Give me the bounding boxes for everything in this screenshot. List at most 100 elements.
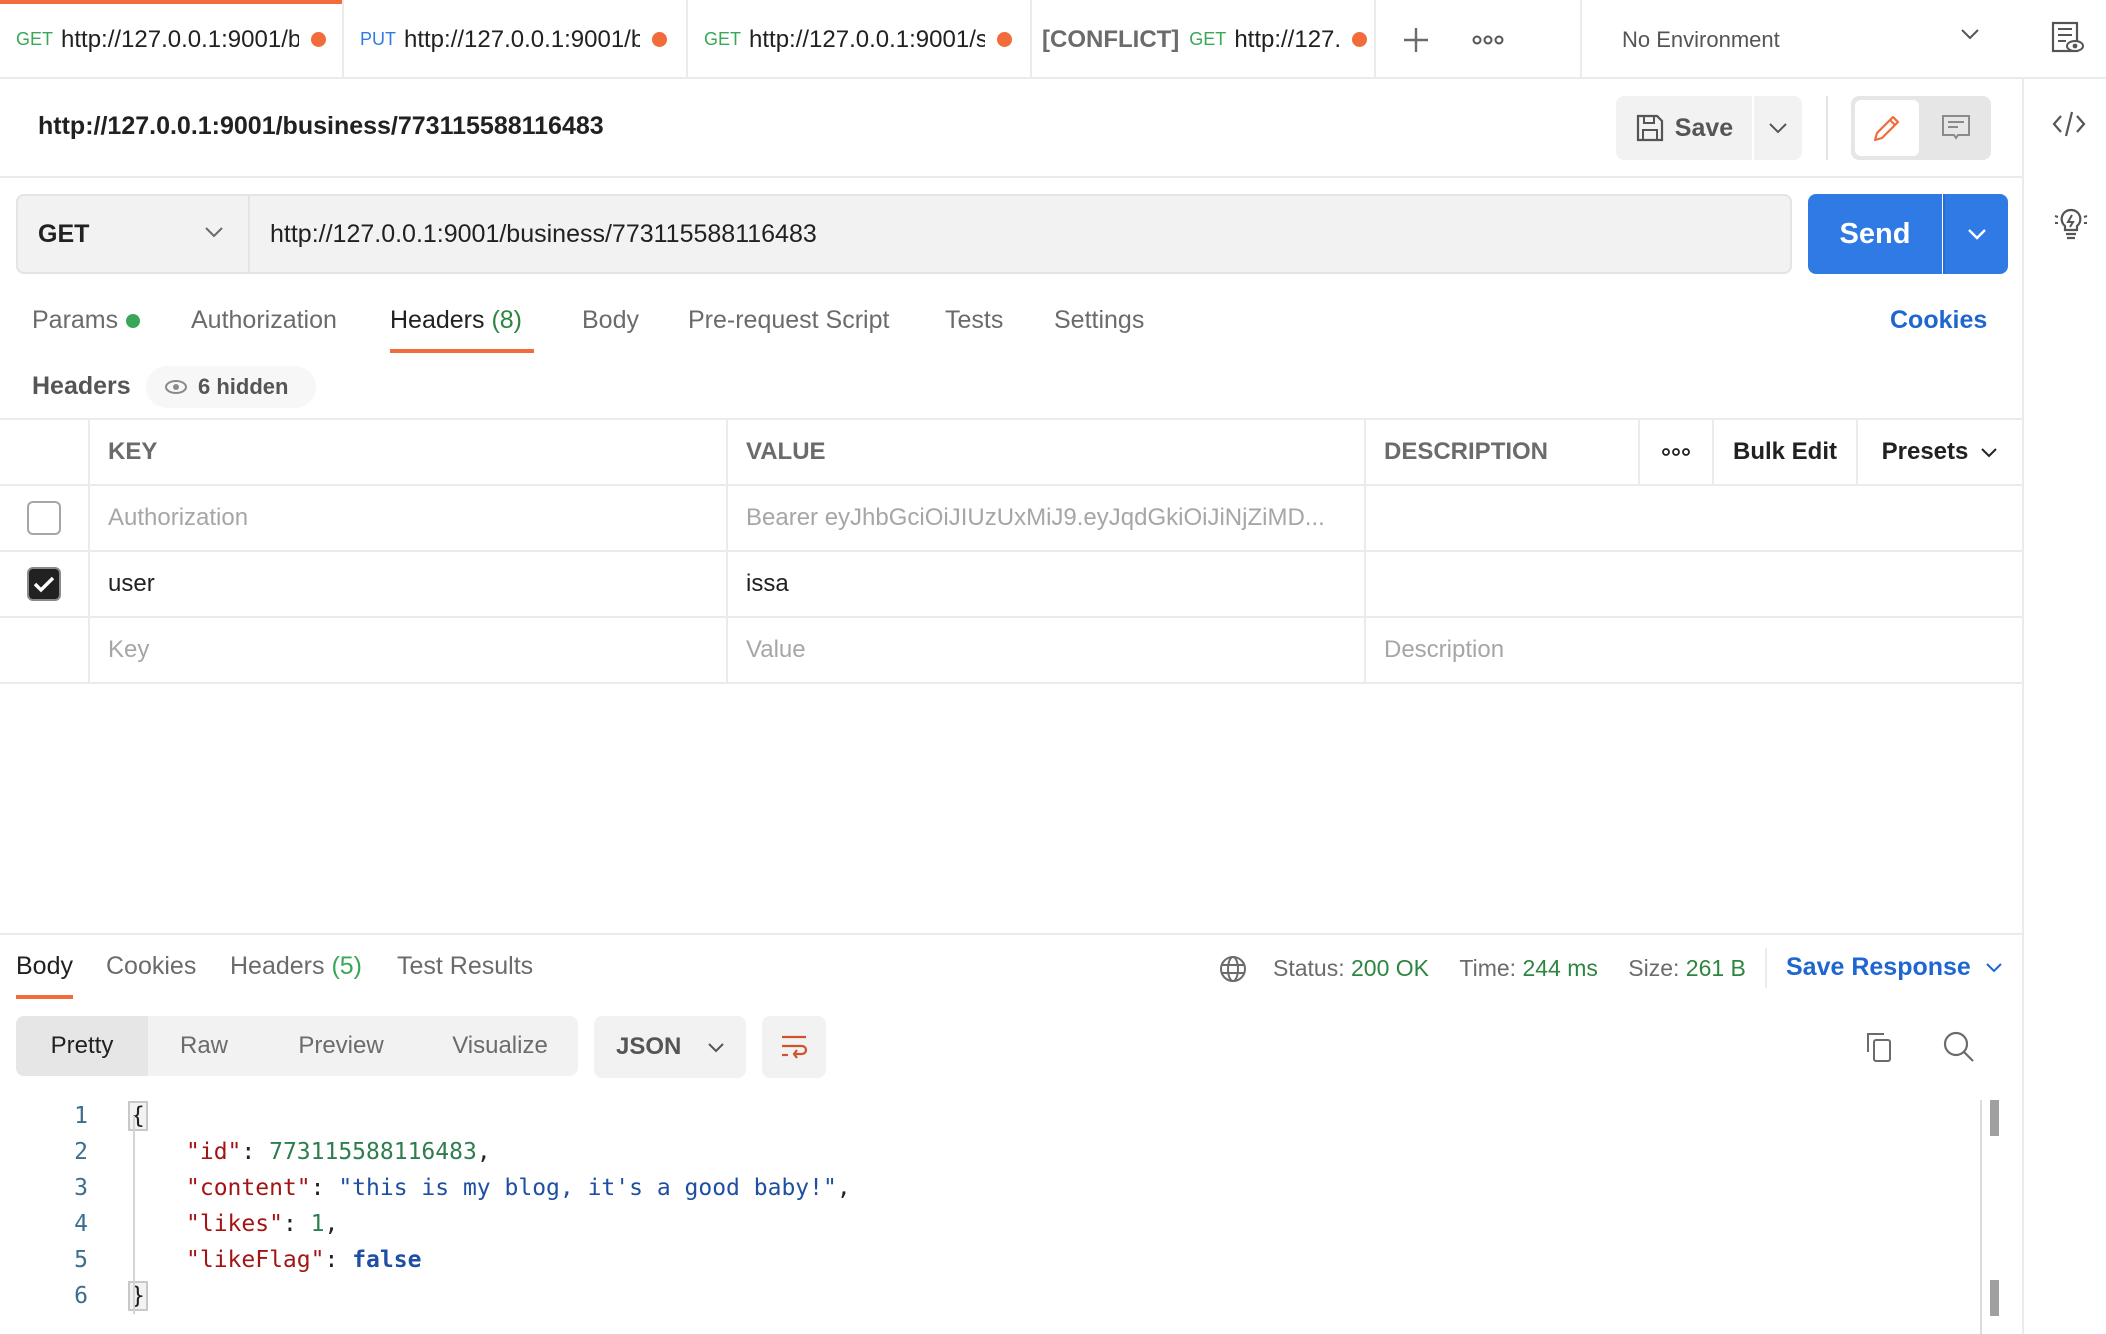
tab-method: GET	[16, 29, 54, 49]
code-line: 1 {	[0, 1098, 148, 1134]
method-selector[interactable]: GET	[16, 194, 248, 274]
tab-url: http://127.0.0.1:9001/se	[749, 25, 986, 53]
chevron-down-icon	[1769, 123, 1787, 134]
copy-icon	[1867, 1033, 1891, 1062]
code-snippet-button[interactable]	[2052, 110, 2086, 143]
response-tab-headers[interactable]: Headers (5)	[230, 952, 362, 981]
header-description[interactable]	[1364, 486, 2022, 550]
edit-mode-button[interactable]	[1855, 100, 1919, 156]
tab-label: Authorization	[191, 306, 337, 334]
request-tab[interactable]: PUT http://127.0.0.1:9001/bu	[344, 0, 688, 79]
divider	[0, 176, 2022, 178]
send-options-button[interactable]	[1943, 194, 2008, 274]
json-value: 1	[310, 1211, 325, 1237]
request-info-button[interactable]	[2054, 206, 2088, 247]
table-row-new: Key Value Description	[0, 618, 2022, 684]
tab-label: Headers	[390, 306, 485, 334]
line-number: 5	[74, 1247, 88, 1273]
request-tab-conflict[interactable]: [CONFLICT] GET http://127.0	[1032, 0, 1376, 79]
header-description[interactable]	[1364, 552, 2022, 616]
network-info-button[interactable]	[1218, 954, 1248, 989]
column-key: KEY	[88, 420, 726, 484]
scrollbar-marker[interactable]	[1990, 1280, 1999, 1316]
tab-label: Body	[582, 306, 639, 334]
new-tab-button[interactable]	[1396, 20, 1436, 60]
search-button[interactable]	[1942, 1030, 1976, 1069]
request-title[interactable]: http://127.0.0.1:9001/business/773115588…	[38, 112, 604, 141]
send-button[interactable]: Send	[1808, 194, 1942, 274]
format-raw[interactable]: Raw	[148, 1016, 260, 1076]
header-value[interactable]: issa	[726, 552, 1364, 616]
code-line: 5 "likeFlag": false	[0, 1242, 421, 1278]
response-tab-test-results[interactable]: Test Results	[397, 952, 533, 981]
save-response-button[interactable]: Save Response	[1786, 953, 2003, 982]
code-line: 3 "content": "this is my blog, it's a go…	[0, 1170, 851, 1206]
more-tabs-button[interactable]	[1468, 20, 1508, 60]
json-comma: ,	[476, 1139, 491, 1165]
json-colon: :	[282, 1211, 311, 1237]
tab-method: PUT	[360, 29, 396, 49]
json-key: "content"	[186, 1175, 311, 1201]
presets-label: Presets	[1881, 438, 1969, 465]
json-key: "id"	[186, 1139, 242, 1165]
column-value: VALUE	[726, 420, 1364, 484]
new-value-input[interactable]: Value	[726, 618, 1364, 682]
send-label: Send	[1839, 217, 1911, 250]
format-toggle: Pretty Raw Preview Visualize	[16, 1016, 578, 1076]
request-tab[interactable]: GET http://127.0.0.1:9001/se	[688, 0, 1032, 79]
new-description-input[interactable]: Description	[1364, 618, 2022, 682]
time-value[interactable]: 244 ms	[1522, 955, 1597, 981]
row-checkbox-cell	[0, 552, 88, 616]
tab-settings[interactable]: Settings	[1054, 306, 1144, 335]
plus-icon	[1404, 28, 1428, 52]
save-button[interactable]: Save	[1616, 96, 1752, 160]
time-label: Time:	[1459, 955, 1517, 981]
format-preview[interactable]: Preview	[260, 1016, 422, 1076]
format-visualize[interactable]: Visualize	[422, 1016, 578, 1076]
hidden-headers-toggle[interactable]: 6 hidden	[146, 366, 316, 408]
code-line: 2 "id": 773115588116483,	[0, 1134, 491, 1170]
checkmark-icon	[33, 576, 55, 593]
table-header-row: KEY VALUE DESCRIPTION Bulk Edit Presets	[0, 420, 2022, 486]
response-tab-body[interactable]: Body	[16, 952, 73, 981]
scrollbar-marker[interactable]	[1990, 1100, 1999, 1136]
environment-label: No Environment	[1622, 26, 1780, 52]
language-selector[interactable]: JSON	[594, 1016, 746, 1078]
environment-quick-look-button[interactable]	[2050, 20, 2084, 61]
status-dot-icon	[126, 314, 141, 329]
status-value[interactable]: 200 OK	[1351, 955, 1429, 981]
tab-method: GET	[704, 29, 742, 49]
comments-mode-button[interactable]	[1925, 100, 1987, 156]
response-tab-cookies[interactable]: Cookies	[106, 952, 196, 981]
format-pretty[interactable]: Pretty	[16, 1016, 148, 1076]
copy-button[interactable]	[1864, 1030, 1896, 1069]
enable-checkbox[interactable]	[27, 567, 61, 601]
tab-params[interactable]: Params	[32, 306, 141, 335]
tab-body[interactable]: Body	[582, 306, 639, 335]
chevron-down-icon	[1981, 447, 1998, 457]
more-icon	[1472, 35, 1504, 45]
presets-dropdown[interactable]: Presets	[1856, 420, 2022, 484]
response-resize-handle[interactable]	[0, 933, 2022, 935]
bulk-edit-button[interactable]: Bulk Edit	[1712, 420, 1856, 484]
header-value[interactable]: Bearer eyJhbGciOiJIUzUxMiJ9.eyJqdGkiOiJi…	[726, 486, 1364, 550]
cookies-link[interactable]: Cookies	[1890, 306, 1987, 335]
size-value[interactable]: 261 B	[1686, 955, 1746, 981]
chevron-down-icon	[1986, 963, 2002, 973]
tab-pre-request-script[interactable]: Pre-request Script	[688, 306, 889, 335]
tab-headers[interactable]: Headers (8)	[390, 306, 522, 335]
header-key[interactable]: Authorization	[88, 486, 726, 550]
save-options-button[interactable]	[1754, 96, 1802, 160]
column-options-button[interactable]	[1638, 420, 1712, 484]
tab-authorization[interactable]: Authorization	[191, 306, 337, 335]
tab-tests[interactable]: Tests	[945, 306, 1003, 335]
enable-checkbox[interactable]	[27, 501, 61, 535]
header-key[interactable]: user	[88, 552, 726, 616]
url-input[interactable]	[248, 194, 1792, 274]
editor-scrollbar-track[interactable]	[1980, 1100, 1982, 1334]
request-tab[interactable]: GET http://127.0.0.1:9001/bu	[0, 0, 344, 79]
environment-selector[interactable]: No Environment	[1580, 0, 2020, 79]
new-key-input[interactable]: Key	[88, 618, 726, 682]
wrap-lines-button[interactable]	[762, 1016, 826, 1078]
mode-toggle	[1851, 96, 1991, 160]
